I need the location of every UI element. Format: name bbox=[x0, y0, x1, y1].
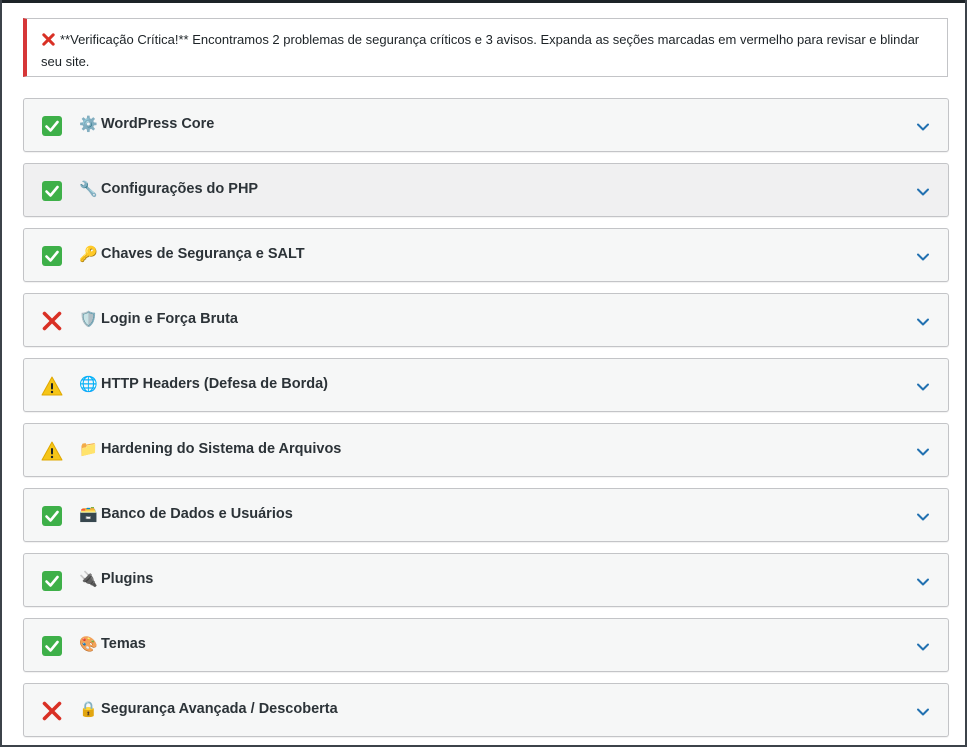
globe-icon: 🌐 bbox=[79, 376, 98, 393]
chevron-down-icon[interactable] bbox=[916, 249, 930, 261]
plug-icon: 🔌 bbox=[79, 571, 98, 588]
section-accordion[interactable]: 📁 Hardening do Sistema de Arquivos bbox=[23, 423, 949, 477]
window-left-border bbox=[0, 0, 2, 747]
warning-icon bbox=[41, 440, 63, 462]
section-accordion[interactable]: 🎨 Temas bbox=[23, 618, 949, 672]
section-title: Chaves de Segurança e SALT bbox=[101, 246, 305, 262]
chevron-down-icon[interactable] bbox=[916, 509, 930, 521]
warning-icon bbox=[41, 375, 63, 397]
chevron-down-icon[interactable] bbox=[916, 314, 930, 326]
card-file-box-icon: 🗃️ bbox=[79, 506, 98, 523]
chevron-down-icon[interactable] bbox=[916, 379, 930, 391]
section-accordion[interactable]: 🌐 HTTP Headers (Defesa de Borda) bbox=[23, 358, 949, 412]
security-sections-list: ⚙️ WordPress Core 🔧 Configurações do PHP 🔑 Ch… bbox=[23, 98, 949, 748]
section-accordion[interactable]: 🗃️ Banco de Dados e Usuários bbox=[23, 488, 949, 542]
cross-mark-icon bbox=[41, 32, 56, 52]
chevron-down-icon[interactable] bbox=[916, 184, 930, 196]
palette-icon: 🎨 bbox=[79, 636, 98, 653]
check-mark-icon bbox=[41, 505, 63, 527]
section-title: Plugins bbox=[101, 571, 154, 587]
section-title: WordPress Core bbox=[101, 116, 215, 132]
chevron-down-icon[interactable] bbox=[916, 119, 930, 131]
check-mark-icon bbox=[41, 245, 63, 267]
section-accordion[interactable]: 🔒 Segurança Avançada / Descoberta bbox=[23, 683, 949, 737]
section-accordion[interactable]: 🔧 Configurações do PHP bbox=[23, 163, 949, 217]
chevron-down-icon[interactable] bbox=[916, 704, 930, 716]
section-title: Hardening do Sistema de Arquivos bbox=[101, 441, 342, 457]
section-accordion[interactable]: 🔌 Plugins bbox=[23, 553, 949, 607]
check-mark-icon bbox=[41, 570, 63, 592]
cross-mark-icon bbox=[41, 700, 63, 722]
key-icon: 🔑 bbox=[79, 246, 98, 263]
section-title: Temas bbox=[101, 636, 146, 652]
section-title: Segurança Avançada / Descoberta bbox=[101, 701, 338, 717]
chevron-down-icon[interactable] bbox=[916, 639, 930, 651]
cross-mark-icon bbox=[41, 310, 63, 332]
check-mark-icon bbox=[41, 635, 63, 657]
chevron-down-icon[interactable] bbox=[916, 444, 930, 456]
critical-notice: **Verificação Crítica!** Encontramos 2 p… bbox=[23, 18, 948, 77]
gear-icon: ⚙️ bbox=[79, 116, 98, 133]
section-accordion[interactable]: 🛡️ Login e Força Bruta bbox=[23, 293, 949, 347]
section-accordion[interactable]: 🔑 Chaves de Segurança e SALT bbox=[23, 228, 949, 282]
section-title: Login e Força Bruta bbox=[101, 311, 238, 327]
chevron-down-icon[interactable] bbox=[916, 574, 930, 586]
notice-text: **Verificação Crítica!** Encontramos 2 p… bbox=[41, 32, 920, 69]
check-mark-icon bbox=[41, 180, 63, 202]
section-accordion[interactable]: ⚙️ WordPress Core bbox=[23, 98, 949, 152]
section-title: HTTP Headers (Defesa de Borda) bbox=[101, 376, 328, 392]
folder-icon: 📁 bbox=[79, 441, 98, 458]
section-title: Configurações do PHP bbox=[101, 181, 259, 197]
wrench-icon: 🔧 bbox=[79, 181, 98, 198]
check-mark-icon bbox=[41, 115, 63, 137]
section-title: Banco de Dados e Usuários bbox=[101, 506, 293, 522]
window-top-border bbox=[0, 0, 967, 3]
lock-icon: 🔒 bbox=[79, 701, 98, 718]
shield-icon: 🛡️ bbox=[79, 311, 98, 328]
